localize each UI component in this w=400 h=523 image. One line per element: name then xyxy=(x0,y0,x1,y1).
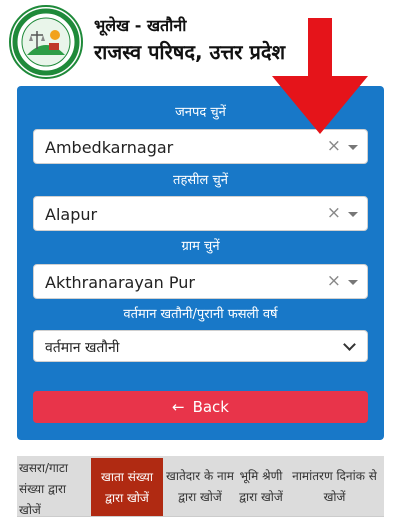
clear-icon[interactable]: × xyxy=(327,271,341,291)
tehsil-label: तहसील चुनें xyxy=(173,173,228,188)
dropdown-caret-icon[interactable] xyxy=(348,145,358,150)
tab-land-category-search[interactable]: भूमि श्रेणी द्वारा खोजें xyxy=(237,456,285,516)
tehsil-value: Alapur xyxy=(45,205,98,224)
village-select[interactable]: Akthranarayan Pur × xyxy=(33,264,368,299)
tab-khata-search[interactable]: खाता संख्या द्वारा खोजें xyxy=(91,458,163,516)
back-button-label: Back xyxy=(192,398,229,416)
clear-icon[interactable]: × xyxy=(327,136,341,156)
chevron-down-icon[interactable] xyxy=(343,338,356,351)
header-subtitle: राजस्व परिषद, उत्तर प्रदेश xyxy=(94,40,286,64)
dropdown-caret-icon[interactable] xyxy=(348,280,358,285)
tab-mutation-date-search[interactable]: नामांतरण दिनांक से खोजें xyxy=(285,456,384,516)
seal-logo-icon xyxy=(9,5,83,79)
back-arrow-icon: ← xyxy=(172,398,185,416)
tehsil-select[interactable]: Alapur × xyxy=(33,196,368,231)
village-value: Akthranarayan Pur xyxy=(45,273,195,292)
dropdown-caret-icon[interactable] xyxy=(348,212,358,217)
search-form-panel: जनपद चुनें Ambedkarnagar × तहसील चुनें A… xyxy=(17,86,384,440)
year-label: वर्तमान खतौनी/पुरानी फसली वर्ष xyxy=(123,307,278,322)
village-label: ग्राम चुनें xyxy=(181,239,220,254)
tabs-divider xyxy=(17,516,384,523)
search-tabs: खसरा/गाटा संख्या द्वारा खोजें खाता संख्य… xyxy=(17,456,384,517)
header-title: भूलेख - खतौनी xyxy=(94,16,187,35)
annotation-arrow-icon xyxy=(272,18,368,134)
year-value: वर्तमान खतौनी xyxy=(45,340,120,356)
tab-khasra-search[interactable]: खसरा/गाटा संख्या द्वारा खोजें xyxy=(17,456,91,517)
year-select[interactable]: वर्तमान खतौनी xyxy=(33,330,368,362)
clear-icon[interactable]: × xyxy=(327,203,341,223)
back-button[interactable]: ← Back xyxy=(33,391,368,423)
district-value: Ambedkarnagar xyxy=(45,138,174,157)
tab-owner-name-search[interactable]: खातेदार के नाम द्वारा खोजें xyxy=(163,456,237,516)
